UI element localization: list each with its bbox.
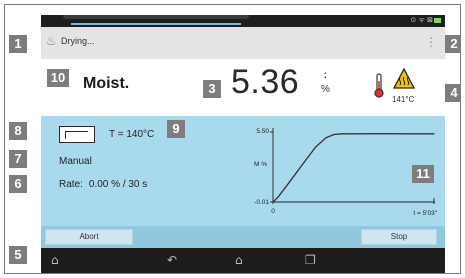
unit-symbol: % xyxy=(321,84,330,95)
curve-points xyxy=(272,133,435,203)
hot-surface-warning-icon xyxy=(393,68,415,89)
progress-indicator-line xyxy=(71,23,241,25)
battery-icon xyxy=(434,17,441,23)
curve-point xyxy=(288,182,290,184)
overflow-menu-icon[interactable]: ⋮ xyxy=(425,32,437,52)
notification-shade-handle[interactable] xyxy=(63,15,249,19)
curve-point xyxy=(314,146,317,148)
callout-tag: 5 xyxy=(9,246,27,264)
stop-button[interactable]: Stop xyxy=(361,229,437,245)
action-bar: ♨ Drying... ⋮ xyxy=(41,27,445,59)
curve-point xyxy=(333,133,335,136)
y-tick-label-bottom: -0.01 xyxy=(254,199,269,206)
callout-tag: 10 xyxy=(47,69,69,87)
result-unit: : % xyxy=(321,71,330,95)
rate-readout: Rate: 0.00 % / 30 s xyxy=(59,179,147,190)
drying-app-icon: ♨ xyxy=(46,34,57,48)
y-tick-label-top: 5.50 xyxy=(256,128,269,135)
screen-frame: ⊙ ᯤ ⊠ ♨ Drying... ⋮ Moist. 5.36 : % 141°… xyxy=(4,4,461,274)
curve-point xyxy=(341,133,343,135)
callout-tag: 6 xyxy=(9,175,27,193)
moisture-curve-line xyxy=(272,133,434,203)
status-icons-text: ⊙ ᯤ ⊠ xyxy=(410,16,433,24)
callout-tag: 8 xyxy=(9,122,27,140)
curve-point xyxy=(378,133,380,135)
home-alt-nav-icon[interactable]: ⌂ xyxy=(51,253,59,267)
callout-tag: 4 xyxy=(445,84,460,102)
drying-program-icon[interactable] xyxy=(59,126,95,143)
curve-point xyxy=(433,133,435,135)
y-axis-label: M % xyxy=(254,161,267,168)
callout-tag: 3 xyxy=(203,80,221,98)
x-tick-label-start: 0 xyxy=(271,208,275,215)
rate-value: 0.00 % / 30 s xyxy=(88,179,148,190)
curve-point xyxy=(357,133,359,135)
display-mode-label[interactable]: Moist. xyxy=(83,75,129,93)
back-nav-icon[interactable]: ↶ xyxy=(167,253,177,267)
thermometer-icon xyxy=(374,73,384,98)
action-bar-title: Drying... xyxy=(61,36,95,46)
callout-tag: 11 xyxy=(412,165,434,183)
home-nav-icon[interactable]: ⌂ xyxy=(235,253,243,267)
curve-point xyxy=(405,133,407,135)
result-value: 5.36 xyxy=(231,63,300,101)
chamber-temperature: 141°C xyxy=(392,95,415,104)
curve-point xyxy=(272,201,274,203)
curve-point xyxy=(304,160,306,162)
unit-colon: : xyxy=(323,70,328,81)
callout-tag: 9 xyxy=(167,120,185,138)
recents-nav-icon[interactable]: ❐ xyxy=(305,253,316,267)
result-area: Moist. 5.36 : % 141°C xyxy=(41,59,445,116)
switch-off-mode: Manual xyxy=(59,156,92,167)
status-bar: ⊙ ᯤ ⊠ xyxy=(41,15,445,27)
curve-point xyxy=(277,196,279,198)
rate-label: Rate: xyxy=(59,179,83,190)
callout-tag: 7 xyxy=(9,150,27,168)
callout-tag: 2 xyxy=(445,35,460,53)
x-tick-label-end: t = 5'03" xyxy=(413,210,437,217)
standard-program-curve xyxy=(65,131,88,139)
callout-tag: 1 xyxy=(9,35,27,53)
temperature-setting: T = 140°C xyxy=(109,129,155,140)
status-icons: ⊙ ᯤ ⊠ xyxy=(410,16,441,25)
navigation-bar: ⌂ ↶ ⌂ ❐ xyxy=(41,248,445,273)
button-bar: Abort Stop xyxy=(41,226,445,248)
abort-button[interactable]: Abort xyxy=(45,229,133,245)
curve-point xyxy=(325,137,327,139)
